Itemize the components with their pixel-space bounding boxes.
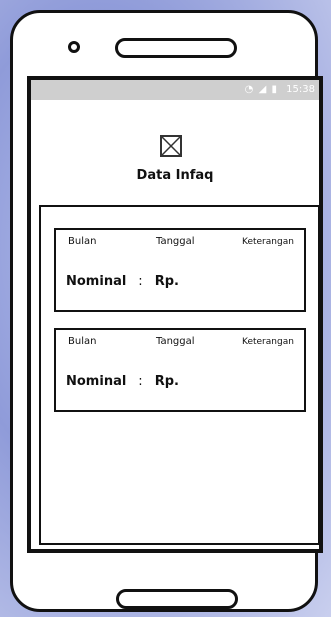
keterangan-label: Keterangan [242, 337, 294, 347]
bulan-label: Bulan [68, 236, 97, 247]
currency-label: Rp. [154, 374, 179, 389]
speaker-grille [115, 38, 237, 58]
wifi-icon: ◔ [244, 84, 255, 95]
home-button[interactable] [116, 589, 238, 609]
currency-label: Rp. [154, 274, 179, 289]
nominal-label: Nominal [66, 274, 127, 289]
nominal-label: Nominal [66, 374, 127, 389]
page-title: Data Infaq [136, 168, 214, 183]
tanggal-label: Tanggal [156, 336, 195, 347]
separator: : [138, 374, 143, 389]
bulan-label: Bulan [68, 336, 97, 347]
infaq-list[interactable]: Bulan Tanggal Keterangan Nominal: Rp. Bul… [39, 205, 320, 545]
status-bar: ◔ ◢ ▮ 15:38 [31, 80, 319, 100]
separator: : [138, 274, 143, 289]
list-item[interactable]: Bulan Tanggal Keterangan Nominal: Rp. [54, 228, 306, 312]
image-placeholder-icon [160, 135, 182, 157]
status-icons: ◔ ◢ ▮ [245, 84, 283, 95]
app-screen: ◔ ◢ ▮ 15:38 Data Infaq Bulan Tanggal Ket… [27, 76, 323, 553]
signal-icon: ◢ [258, 84, 268, 95]
keterangan-label: Keterangan [242, 237, 294, 247]
battery-icon: ▮ [271, 84, 278, 95]
tanggal-label: Tanggal [156, 236, 195, 247]
list-item[interactable]: Bulan Tanggal Keterangan Nominal: Rp. [54, 328, 306, 412]
camera-icon [68, 41, 80, 53]
status-time: 15:38 [286, 84, 315, 95]
